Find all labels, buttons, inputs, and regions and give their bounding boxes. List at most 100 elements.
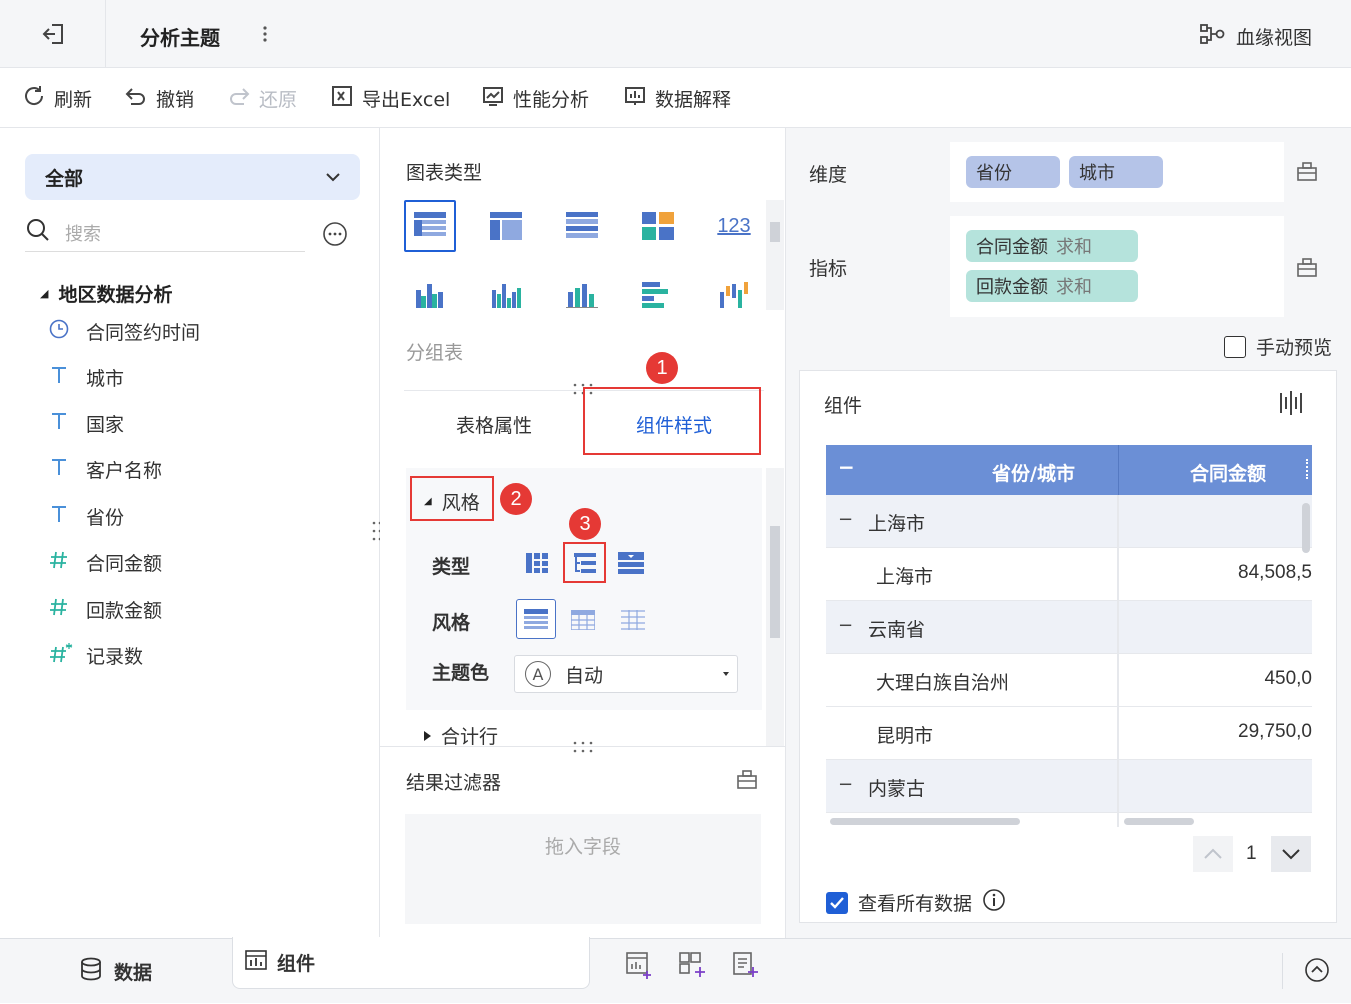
redo-button[interactable]: 还原	[227, 68, 297, 128]
style-option-1-icon[interactable]	[516, 599, 556, 639]
vertical-scrollbar[interactable]	[1302, 503, 1310, 553]
table-chart-icon	[245, 949, 267, 976]
chart-type-bar-icon[interactable]	[480, 268, 532, 320]
style-label: 风格	[432, 612, 471, 634]
theme-color-select[interactable]: A 自动	[514, 655, 738, 693]
chart-type-detail-table-icon[interactable]	[556, 200, 608, 252]
tab-table-properties[interactable]: 表格属性	[404, 392, 584, 456]
field-item[interactable]: 记录数	[48, 642, 143, 669]
collapse-all-icon[interactable]: −	[838, 455, 855, 479]
search-box[interactable]: 搜索	[25, 214, 305, 252]
field-item[interactable]: 合同金额	[48, 549, 162, 576]
undo-button[interactable]: 撤销	[124, 68, 194, 128]
filter-settings-icon[interactable]	[736, 768, 758, 795]
chart-type-column-icon[interactable]	[556, 268, 608, 320]
annotation-box-tab	[583, 387, 761, 455]
refresh-icon	[22, 84, 46, 113]
search-input[interactable]: 搜索	[65, 220, 101, 246]
dimension-pill-city[interactable]: 城市	[1069, 156, 1163, 188]
barcode-icon[interactable]	[1280, 391, 1302, 420]
drop-zone-placeholder: 拖入字段	[544, 836, 621, 858]
field-item[interactable]: 城市	[48, 364, 124, 391]
page-down-button[interactable]	[1271, 836, 1311, 872]
table-row[interactable]: − 内蒙古	[826, 760, 1312, 813]
exit-icon[interactable]	[40, 20, 68, 48]
metric-pill-contract[interactable]: 合同金额 求和	[966, 230, 1138, 262]
chart-type-table-selected[interactable]	[404, 200, 456, 252]
page-up-button[interactable]	[1193, 836, 1233, 872]
tab-data[interactable]: 数据	[0, 939, 232, 1004]
performance-analysis-button[interactable]: 性能分析	[481, 68, 589, 128]
info-icon[interactable]	[982, 888, 1006, 917]
field-item[interactable]: 客户名称	[48, 456, 162, 483]
total-row-section[interactable]: 合计行	[424, 722, 498, 749]
annotation-badge-2: 2	[500, 483, 532, 515]
tab-component[interactable]: 组件	[232, 937, 590, 989]
chart-type-title: 图表类型	[406, 162, 483, 184]
horizontal-scrollbar-right[interactable]	[1124, 818, 1194, 825]
field-item[interactable]: 省份	[48, 503, 124, 530]
checkbox-checked[interactable]	[826, 891, 848, 914]
collapse-icon[interactable]: −	[838, 615, 853, 636]
preview-panel: 维度 省份 城市 指标 合同金额 求和 回款金额 求和 手动预览 组件 − 省份/城…	[786, 128, 1351, 938]
table-row[interactable]: − 云南省	[826, 601, 1312, 654]
field-item[interactable]: 国家	[48, 410, 124, 437]
checkbox-unchecked[interactable]	[1224, 335, 1246, 358]
more-options-icon[interactable]	[322, 221, 348, 252]
chart-type-number-icon[interactable]: 123	[708, 200, 760, 252]
text-type-icon	[48, 410, 86, 437]
refresh-button[interactable]: 刷新	[22, 68, 92, 128]
search-icon	[25, 217, 51, 248]
table-row[interactable]: 上海市 84,508,5	[826, 548, 1312, 601]
filter-drop-zone[interactable]: 拖入字段	[405, 814, 761, 924]
metric-label: 指标	[809, 258, 848, 280]
field-item[interactable]: 合同签约时间	[48, 318, 200, 345]
more-vertical-icon[interactable]	[258, 22, 272, 46]
group-header[interactable]: ◢ 地区数据分析	[40, 280, 172, 307]
chart-type-scrollbar[interactable]	[766, 200, 784, 310]
chart-type-cross-table-icon[interactable]	[480, 200, 532, 252]
header-contract-amount[interactable]: 合同金额	[1190, 459, 1266, 486]
number-type-icon	[48, 596, 86, 623]
add-report-component-icon[interactable]	[731, 951, 759, 984]
metric-settings-icon[interactable]	[1296, 256, 1318, 283]
type-option-3-icon[interactable]	[614, 546, 648, 580]
view-all-data-toggle[interactable]: 查看所有数据	[826, 888, 1006, 917]
horizontal-scrollbar[interactable]	[830, 818, 1020, 825]
style-option-3-icon[interactable]	[616, 603, 650, 637]
style-scrollbar[interactable]	[766, 468, 784, 746]
field-label: 回款金额	[86, 600, 163, 622]
dimension-pill-province[interactable]: 省份	[966, 156, 1060, 188]
lineage-view-button[interactable]: 血缘视图	[1198, 20, 1312, 53]
text-type-icon	[48, 456, 86, 483]
add-filter-component-icon[interactable]	[678, 951, 706, 984]
chart-type-kpi-card-icon[interactable]	[632, 200, 684, 252]
type-option-1-icon[interactable]	[520, 546, 554, 580]
auto-icon: A	[525, 661, 551, 687]
header-province-city[interactable]: 省份/城市	[992, 459, 1075, 486]
chart-type-stacked-icon[interactable]	[708, 268, 760, 320]
page-title: 分析主题	[140, 26, 220, 50]
metric-pill-payment[interactable]: 回款金额 求和	[966, 270, 1138, 302]
chart-type-horizontal-bar-icon[interactable]	[632, 268, 684, 320]
table-row[interactable]: − 上海市	[826, 495, 1312, 548]
scope-dropdown[interactable]: 全部	[25, 154, 360, 200]
field-panel: 全部 搜索 ◢ 地区数据分析 合同签约时间 城市国家客户名称省份合同金额回款金额记…	[0, 128, 382, 938]
field-item[interactable]: 回款金额	[48, 596, 162, 623]
data-explain-button[interactable]: 数据解释	[623, 68, 731, 128]
table-row[interactable]: 大理白族自治州 450,0	[826, 654, 1312, 707]
manual-preview-toggle[interactable]: 手动预览	[1224, 333, 1332, 360]
drag-handle[interactable]	[570, 738, 596, 753]
export-excel-button[interactable]: 导出Excel	[330, 68, 450, 128]
collapse-icon[interactable]: −	[838, 774, 853, 795]
collapse-icon[interactable]: −	[838, 509, 853, 530]
style-option-2-icon[interactable]	[566, 603, 600, 637]
divider	[1118, 445, 1119, 495]
column-handle-icon[interactable]	[1306, 459, 1310, 479]
table-row[interactable]: 昆明市 29,750,0	[826, 707, 1312, 760]
collapse-panel-icon[interactable]	[1304, 957, 1330, 988]
chart-type-grouped-bar-icon[interactable]	[404, 268, 456, 320]
add-chart-component-icon[interactable]	[625, 951, 653, 984]
dimension-settings-icon[interactable]	[1296, 160, 1318, 187]
caret-down-icon: ◢	[40, 287, 49, 300]
